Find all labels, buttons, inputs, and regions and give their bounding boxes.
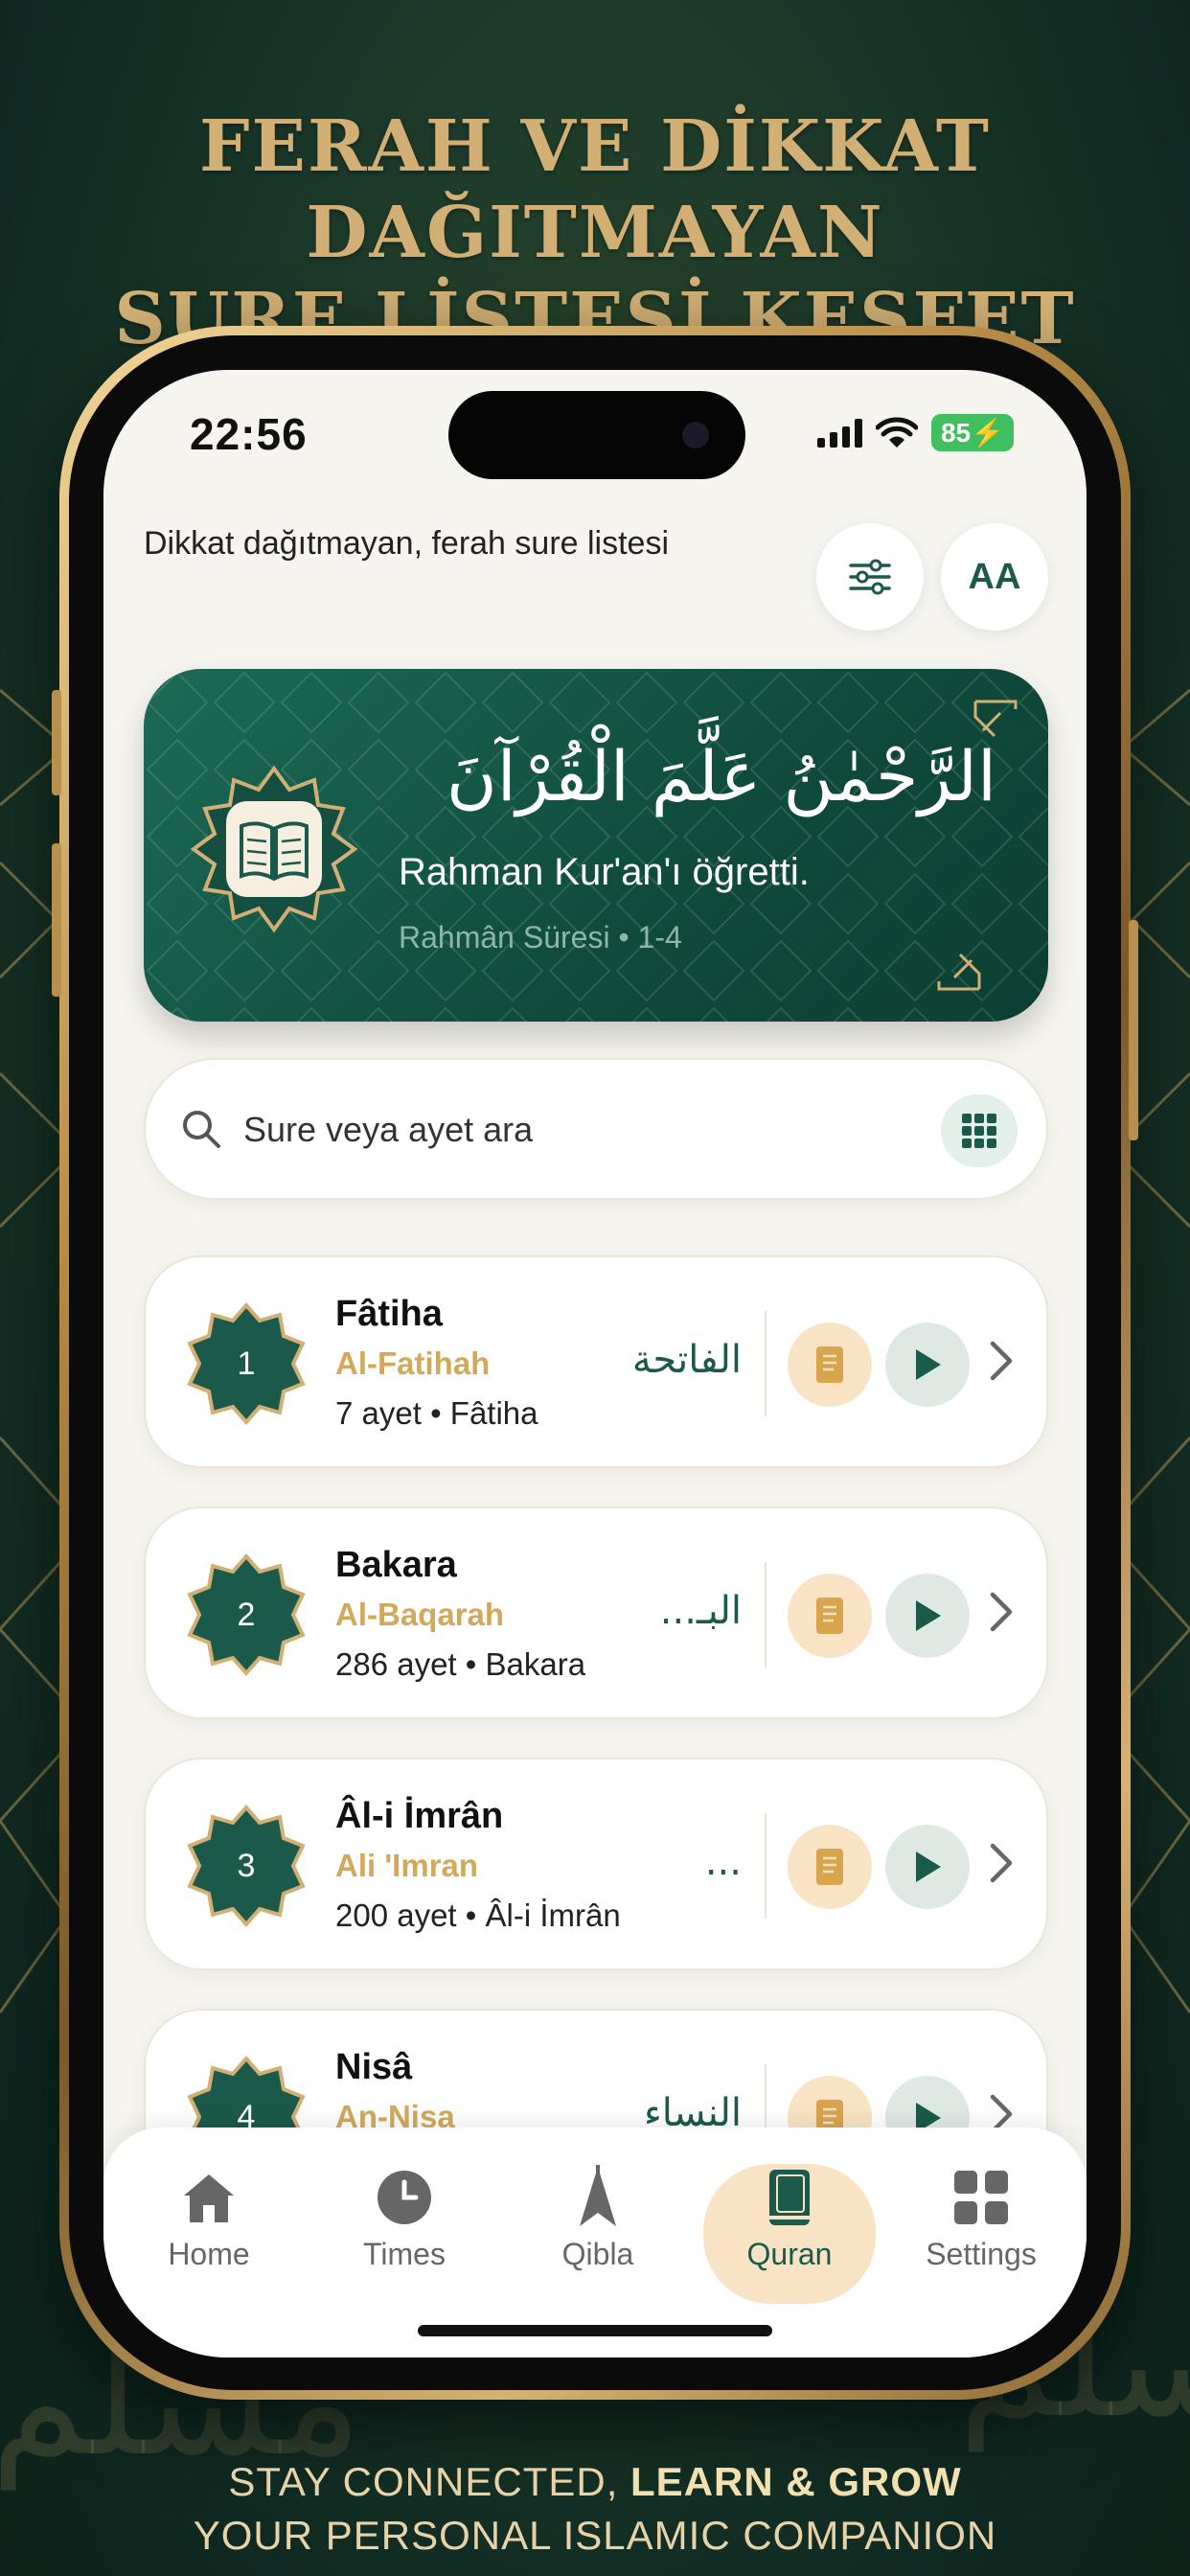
- sura-name: Bakara: [335, 1545, 457, 1585]
- card-divider: [765, 1813, 767, 1919]
- sura-list-item[interactable]: 2 Bakara Al-Baqarah 286 ayet • Bakara البـ..…: [144, 1506, 1048, 1719]
- sura-number: 2: [237, 1596, 256, 1633]
- read-book-icon: [816, 1598, 843, 1634]
- tab-qibla[interactable]: Qibla: [512, 2164, 684, 2304]
- tab-quran-label: Quran: [746, 2237, 833, 2271]
- tab-times-label: Times: [363, 2237, 446, 2271]
- sura-arabic-name: البـ...: [659, 1589, 742, 1633]
- corner-ornament-icon: [937, 953, 981, 991]
- sura-list-item[interactable]: 3 Âl-i İmrân Ali 'Imran 200 ayet • Âl-i İmr…: [144, 1758, 1048, 1970]
- home-indicator: [418, 2325, 772, 2336]
- tab-settings-label: Settings: [926, 2237, 1037, 2271]
- verse-of-day-card[interactable]: الرَّحْمٰنُ عَلَّمَ الْقُرْآنَ Rahman Ku…: [144, 669, 1048, 1022]
- sura-list-item[interactable]: 1 Fâtiha Al-Fatihah 7 ayet • Fâtiha الفاتحة: [144, 1255, 1048, 1468]
- play-icon: [916, 1852, 941, 1882]
- footer-line-1: STAY CONNECTED, LEARN & GROW: [0, 2455, 1190, 2509]
- settings-grid-icon: [954, 2171, 1008, 2224]
- promo-headline: FERAH VE DİKKAT DAĞITMAYAN SURE LİSTESİ …: [0, 104, 1190, 362]
- sura-name: Nisâ: [335, 2047, 413, 2087]
- dynamic-island: [448, 391, 745, 479]
- qibla-compass-icon: [580, 2165, 616, 2226]
- sura-arabic-name: ...: [704, 1840, 742, 1884]
- font-size-button[interactable]: AA: [941, 523, 1048, 631]
- grid-icon: [962, 1114, 996, 1148]
- sura-meta: 286 ayet • Bakara: [335, 1646, 586, 1682]
- chevron-right-icon: [990, 1592, 1013, 1632]
- phone-side-button: [1129, 920, 1138, 1140]
- chevron-right-icon: [990, 1843, 1013, 1883]
- phone-side-button: [52, 843, 61, 997]
- footer-line-1-regular: STAY CONNECTED,: [228, 2459, 631, 2504]
- sura-latin-name: Al-Baqarah: [335, 1597, 505, 1632]
- tab-home[interactable]: Home: [123, 2164, 295, 2304]
- sura-latin-name: Al-Fatihah: [335, 1346, 491, 1381]
- home-icon: [184, 2174, 234, 2222]
- read-book-icon: [816, 1346, 843, 1383]
- play-button[interactable]: [885, 1322, 970, 1407]
- play-button[interactable]: [885, 1574, 970, 1658]
- clock-icon: [378, 2171, 431, 2224]
- sliders-icon: [849, 559, 891, 595]
- promo-footer: STAY CONNECTED, LEARN & GROW YOUR PERSON…: [0, 2455, 1190, 2563]
- battery-indicator: 85⚡: [930, 414, 1014, 451]
- search-input[interactable]: Sure veya ayet ara: [243, 1110, 533, 1150]
- sura-number: 3: [237, 1847, 256, 1884]
- footer-line-1-bold: LEARN & GROW: [630, 2459, 962, 2504]
- page-subtitle: Dikkat dağıtmayan, ferah sure listesi: [144, 525, 670, 562]
- sura-number-wrap: 2: [184, 1552, 309, 1677]
- status-indicators: 85⚡: [816, 414, 1014, 451]
- app-screen: 22:56 85⚡ Dikkat dağıtmayan, ferah sure …: [103, 370, 1087, 2358]
- tab-settings[interactable]: Settings: [895, 2164, 1067, 2304]
- tab-home-label: Home: [168, 2237, 250, 2271]
- sura-number-wrap: 1: [184, 1301, 309, 1426]
- read-button[interactable]: [788, 1574, 872, 1658]
- sura-meta: 7 ayet • Fâtiha: [335, 1395, 538, 1431]
- footer-line-2: YOUR PERSONAL ISLAMIC COMPANION: [193, 2513, 997, 2558]
- sura-meta: 200 ayet • Âl-i İmrân: [335, 1898, 621, 1933]
- status-time: 22:56: [190, 409, 308, 459]
- chevron-right-icon: [990, 1341, 1013, 1381]
- search-bar[interactable]: Sure veya ayet ara: [144, 1058, 1048, 1200]
- phone-side-button: [52, 690, 61, 795]
- verse-reference: Rahmân Süresi • 1-4: [399, 920, 682, 954]
- read-button[interactable]: [788, 1322, 872, 1407]
- sura-number: 1: [237, 1345, 256, 1382]
- card-divider: [765, 1311, 767, 1416]
- sura-name: Âl-i İmrân: [335, 1796, 504, 1836]
- corner-ornament-icon: [973, 700, 1018, 738]
- book-icon: [769, 2170, 810, 2225]
- sura-latin-name: Ali 'Imran: [335, 1848, 479, 1883]
- tab-qibla-label: Qibla: [561, 2237, 634, 2271]
- play-icon: [916, 1600, 941, 1631]
- read-book-icon: [816, 1849, 843, 1885]
- play-icon: [916, 1349, 941, 1380]
- battery-level: 85: [940, 418, 972, 448]
- wifi-icon: [875, 417, 918, 448]
- tab-times[interactable]: Times: [318, 2164, 491, 2304]
- bottom-tab-bar: Home Times Qibla Quran Settings: [103, 2128, 1087, 2358]
- verse-arabic-text: الرَّحْمٰنُ عَلَّمَ الْقُرْآنَ: [446, 736, 996, 816]
- tab-quran[interactable]: Quran: [703, 2164, 876, 2304]
- play-button[interactable]: [885, 1825, 970, 1909]
- search-icon: [183, 1111, 220, 1148]
- sura-arabic-name: الفاتحة: [631, 1338, 742, 1382]
- filter-button[interactable]: [816, 523, 924, 631]
- open-book-icon: [190, 765, 358, 933]
- verse-translation: Rahman Kur'an'ı öğretti.: [399, 851, 810, 893]
- read-button[interactable]: [788, 1825, 872, 1909]
- card-divider: [765, 1562, 767, 1668]
- font-size-label: AA: [968, 556, 1021, 597]
- signal-icon: [816, 418, 862, 448]
- grid-view-button[interactable]: [941, 1094, 1018, 1167]
- headline-line-1: FERAH VE DİKKAT DAĞITMAYAN: [199, 105, 991, 274]
- sura-number-wrap: 3: [184, 1804, 309, 1928]
- camera-icon: [682, 422, 709, 448]
- sura-name: Fâtiha: [335, 1294, 443, 1334]
